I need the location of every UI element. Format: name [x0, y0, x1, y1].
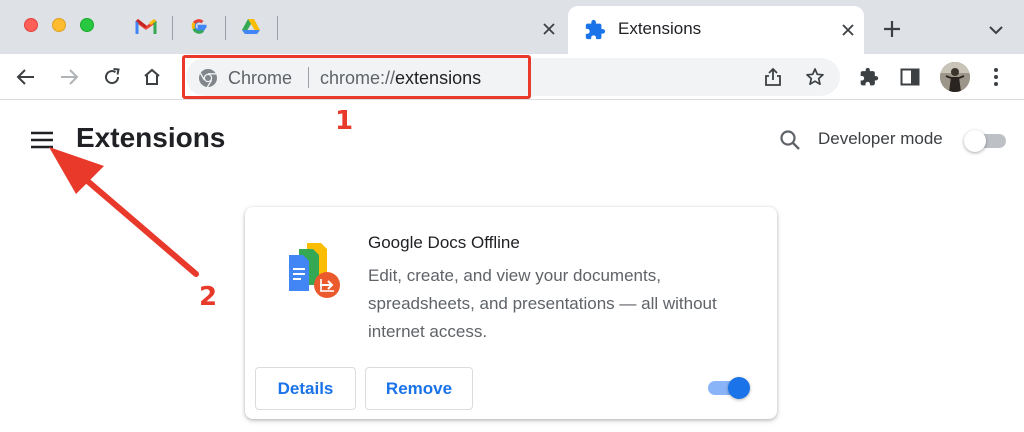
remove-button[interactable]: Remove: [365, 367, 473, 410]
reload-button[interactable]: [99, 64, 125, 90]
tab-title: Extensions: [618, 19, 702, 38]
google-icon[interactable]: [187, 14, 211, 38]
tab-separator: [225, 16, 226, 40]
developer-mode-toggle[interactable]: [964, 129, 1006, 152]
google-drive-icon[interactable]: [239, 14, 263, 38]
avatar[interactable]: [940, 62, 970, 92]
side-panel-button[interactable]: [897, 64, 923, 90]
annotation-number-1: 1: [335, 106, 354, 136]
google-docs-offline-icon: [289, 243, 340, 298]
new-tab-button[interactable]: [880, 17, 904, 41]
bookmark-star-icon[interactable]: [804, 66, 826, 88]
puzzle-icon: [860, 67, 879, 86]
annotation-highlight-box: [182, 55, 531, 99]
extension-card: Google Docs Offline Edit, create, and vi…: [245, 207, 777, 419]
toggle-knob: [964, 130, 986, 152]
home-button[interactable]: [139, 64, 165, 90]
fullscreen-window-button[interactable]: [80, 18, 94, 32]
forward-button[interactable]: [56, 64, 82, 90]
minimize-window-button[interactable]: [52, 18, 66, 32]
extension-name: Google Docs Offline: [368, 233, 520, 252]
tab-strip: Extensions: [0, 0, 1024, 54]
more-menu-button[interactable]: [983, 64, 1009, 90]
developer-mode-label: Developer mode: [818, 129, 943, 148]
search-extensions-button[interactable]: [776, 126, 804, 154]
reload-icon: [105, 68, 120, 85]
tab-extensions[interactable]: Extensions: [568, 6, 864, 54]
close-icon[interactable]: [539, 19, 559, 39]
toggle-knob: [728, 377, 750, 399]
arrow-left-icon: [16, 69, 34, 85]
extension-description: Edit, create, and view your documents, s…: [368, 266, 717, 341]
arrow-right-icon: [61, 69, 79, 85]
search-icon: [780, 130, 800, 150]
annotation-arrowhead: [49, 147, 104, 194]
tab-separator: [172, 16, 173, 40]
tab-separator: [277, 16, 278, 40]
side-panel-icon: [900, 68, 920, 86]
close-window-button[interactable]: [24, 18, 38, 32]
main-menu-button[interactable]: [28, 126, 56, 154]
extension-enable-toggle[interactable]: [708, 376, 752, 400]
annotation-arrow-shaft: [81, 175, 199, 277]
back-button[interactable]: [13, 64, 39, 90]
share-icon[interactable]: [762, 66, 784, 88]
home-icon: [144, 68, 160, 85]
puzzle-icon: [585, 19, 606, 40]
annotation-number-2: 2: [199, 282, 218, 312]
extensions-puzzle-button[interactable]: [856, 64, 882, 90]
kebab-menu-icon: [994, 68, 998, 86]
chevron-down-icon[interactable]: [986, 20, 1006, 40]
gmail-icon[interactable]: [134, 14, 158, 38]
details-button[interactable]: Details: [255, 367, 356, 410]
close-tab-icon[interactable]: [838, 20, 858, 40]
page-title: Extensions: [76, 122, 226, 153]
hamburger-menu-icon: [31, 131, 53, 149]
